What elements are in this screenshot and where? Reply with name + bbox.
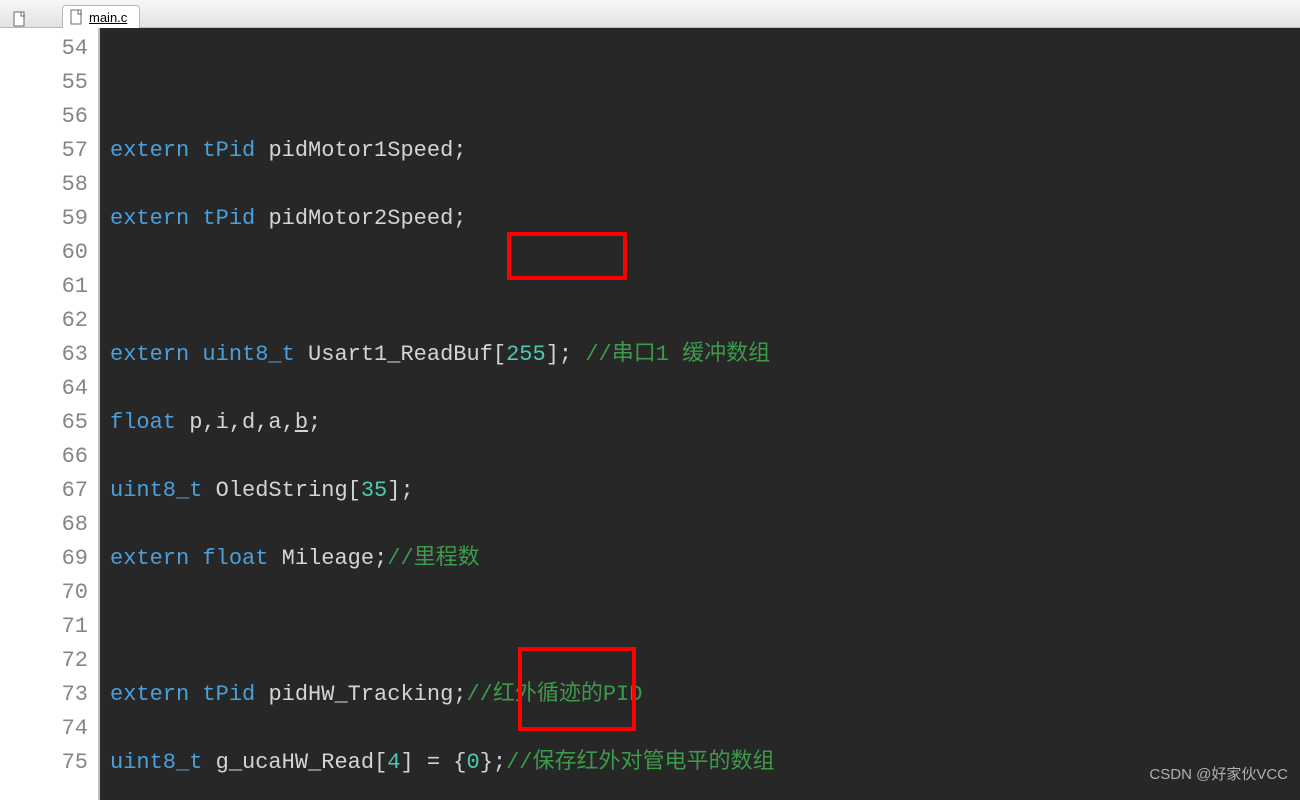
- line-number: 74: [0, 712, 88, 746]
- watermark: CSDN @好家伙VCC: [1149, 758, 1288, 792]
- line-number: 69: [0, 542, 88, 576]
- code-line: [110, 270, 1300, 304]
- line-number: 65: [0, 406, 88, 440]
- line-number: 72: [0, 644, 88, 678]
- line-number: 66: [0, 440, 88, 474]
- line-number: 59: [0, 202, 88, 236]
- code-line: uint8_t g_ucaHW_Read[4] = {0};//保存红外对管电平…: [110, 746, 1300, 780]
- line-number: 62: [0, 304, 88, 338]
- line-number: 54: [0, 32, 88, 66]
- line-number: 71: [0, 610, 88, 644]
- editor: 54 55 56 57 58 59 60 61 62 63 64 65 66 6…: [0, 28, 1300, 800]
- tab-label: main.c: [89, 10, 127, 25]
- code-line: uint8_t OledString[35];: [110, 474, 1300, 508]
- line-number: 67: [0, 474, 88, 508]
- line-number: 70: [0, 576, 88, 610]
- line-number: 57: [0, 134, 88, 168]
- code-line: extern tPid pidMotor2Speed;: [110, 202, 1300, 236]
- tab-bar: main.c: [0, 0, 1300, 28]
- file-icon: [69, 9, 85, 25]
- line-number: 58: [0, 168, 88, 202]
- code-line: extern float Mileage;//里程数: [110, 542, 1300, 576]
- code-line: extern tPid pidHW_Tracking;//红外循迹的PID: [110, 678, 1300, 712]
- code-line: [110, 610, 1300, 644]
- code-line: float p,i,d,a,b;: [110, 406, 1300, 440]
- line-number: 55: [0, 66, 88, 100]
- tab-main-c[interactable]: main.c: [62, 5, 140, 28]
- line-number: 75: [0, 746, 88, 780]
- line-number: 61: [0, 270, 88, 304]
- line-number-gutter: 54 55 56 57 58 59 60 61 62 63 64 65 66 6…: [0, 28, 100, 800]
- line-number: 63: [0, 338, 88, 372]
- code-line: extern uint8_t Usart1_ReadBuf[255]; //串口…: [110, 338, 1300, 372]
- line-number: 64: [0, 372, 88, 406]
- line-number: 56: [0, 100, 88, 134]
- file-icon: [12, 11, 28, 27]
- code-area[interactable]: extern tPid pidMotor1Speed; extern tPid …: [100, 28, 1300, 800]
- code-line: [110, 66, 1300, 100]
- line-number: 68: [0, 508, 88, 542]
- line-number: 60: [0, 236, 88, 270]
- line-number: 73: [0, 678, 88, 712]
- code-line: extern tPid pidMotor1Speed;: [110, 134, 1300, 168]
